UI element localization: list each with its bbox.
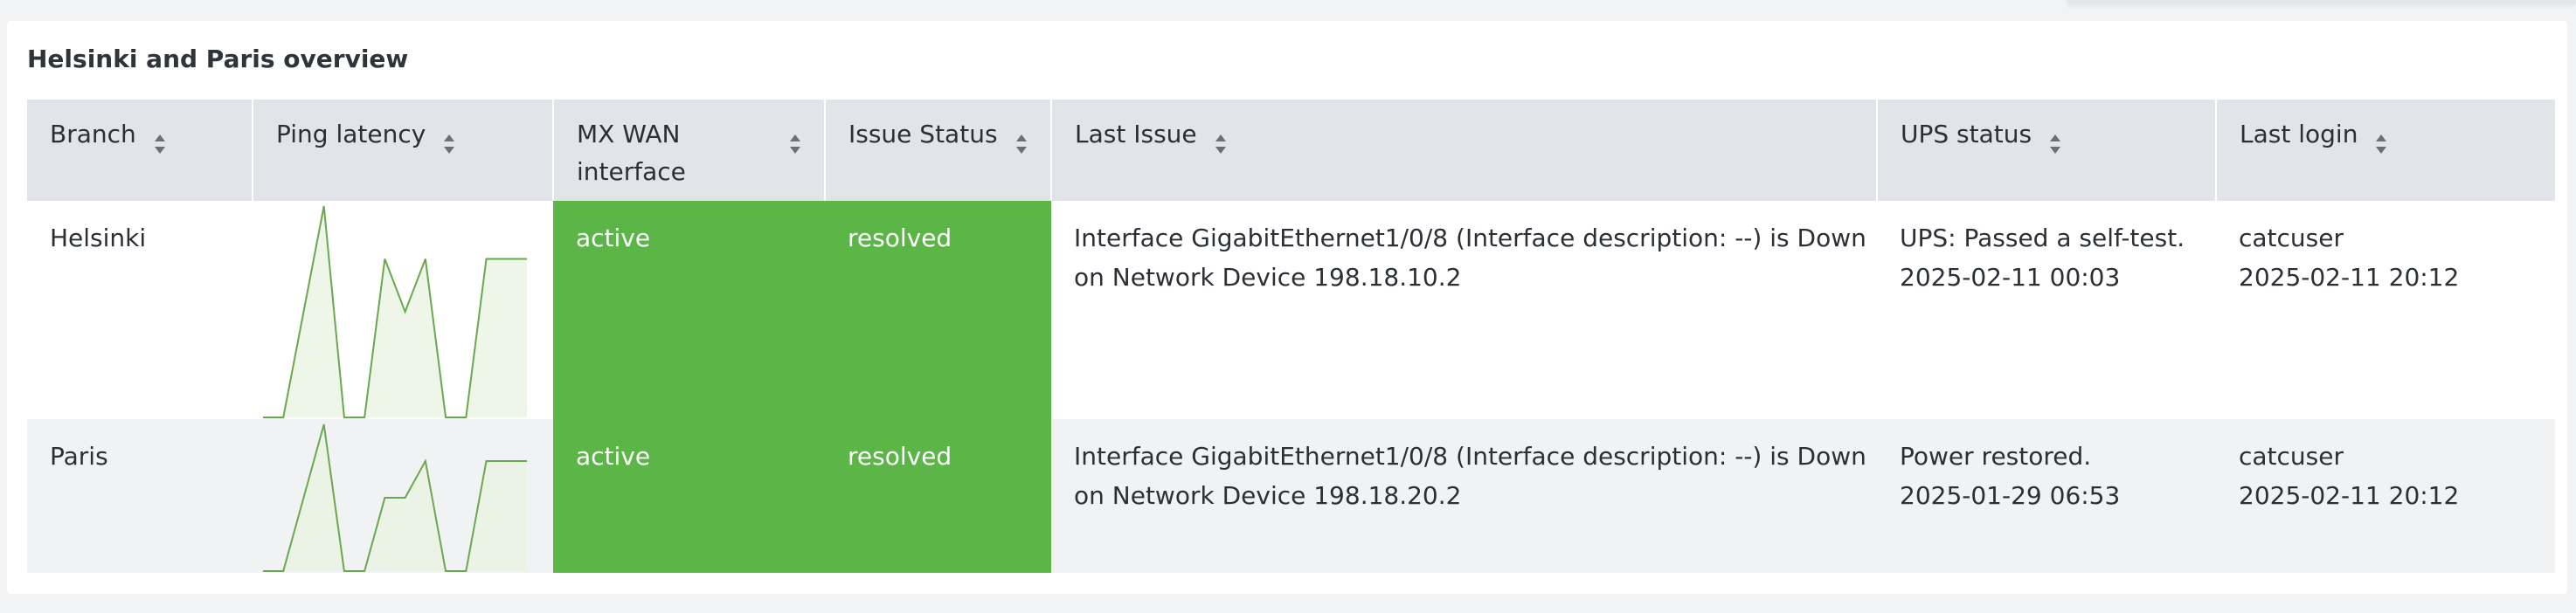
last-login-time: 2025-02-11 20:12	[2239, 481, 2460, 510]
sort-icon[interactable]	[443, 127, 455, 165]
last-issue-cell: Interface GigabitEthernet1/0/8 (Interfac…	[1051, 419, 1877, 573]
column-header-ups-status[interactable]: UPS status	[1877, 100, 2217, 201]
branch-table: Branch Ping latency MX WAN interface Iss…	[27, 100, 2555, 573]
dashboard-panel: Helsinki and Paris overview Branch Ping …	[7, 21, 2567, 594]
column-header-label: Branch	[50, 120, 136, 148]
column-header-label: MX WAN interface	[577, 120, 686, 186]
last-login-user: catcuser	[2239, 224, 2344, 252]
last-issue-text: Interface GigabitEthernet1/0/8 (Interfac…	[1074, 442, 1866, 471]
column-header-issue-status[interactable]: Issue Status	[825, 100, 1052, 201]
sparkline-area	[263, 206, 527, 417]
column-header-last-login[interactable]: Last login	[2216, 100, 2555, 201]
column-header-label: UPS status	[1901, 120, 2032, 148]
table-row[interactable]: Paris active resolved Interface GigabitE…	[27, 419, 2555, 573]
issue-status-cell: resolved	[825, 201, 1051, 419]
ups-status-text: UPS: Passed a self-test.	[1900, 224, 2185, 252]
column-header-ping-latency[interactable]: Ping latency	[253, 100, 554, 201]
column-header-label: Last Issue	[1075, 120, 1197, 148]
mx-wan-status-cell: active	[553, 419, 825, 573]
ups-status-time: 2025-02-11 00:03	[1900, 263, 2121, 292]
last-login-time: 2025-02-11 20:12	[2239, 263, 2460, 292]
column-header-label: Ping latency	[276, 120, 426, 148]
sort-icon[interactable]	[154, 127, 166, 165]
last-login-user: catcuser	[2239, 442, 2344, 471]
panel-title: Helsinki and Paris overview	[27, 45, 409, 73]
branch-cell: Paris	[27, 419, 253, 573]
ping-latency-sparkline	[263, 424, 527, 572]
sort-icon[interactable]	[2049, 127, 2061, 165]
table-header-row: Branch Ping latency MX WAN interface Iss…	[27, 100, 2555, 201]
ping-latency-cell	[253, 419, 553, 573]
ups-status-text: Power restored.	[1900, 442, 2092, 471]
ups-status-time: 2025-01-29 06:53	[1900, 481, 2121, 510]
last-issue-device: on Network Device 198.18.20.2	[1074, 481, 1462, 510]
column-header-label: Issue Status	[848, 120, 998, 148]
issue-status-cell: resolved	[825, 419, 1051, 573]
last-login-cell: catcuser 2025-02-11 20:12	[2216, 201, 2555, 419]
sort-icon[interactable]	[1215, 127, 1227, 165]
sort-icon[interactable]	[789, 127, 801, 165]
sort-icon[interactable]	[2375, 127, 2387, 165]
branch-cell: Helsinki	[27, 201, 253, 419]
sort-icon[interactable]	[1015, 127, 1028, 165]
mx-wan-status-cell: active	[553, 201, 825, 419]
top-overlay-edge	[2067, 0, 2576, 3]
ups-status-cell: Power restored. 2025-01-29 06:53	[1877, 419, 2216, 573]
last-issue-text: Interface GigabitEthernet1/0/8 (Interfac…	[1074, 224, 1866, 252]
last-login-cell: catcuser 2025-02-11 20:12	[2216, 419, 2555, 573]
ups-status-cell: UPS: Passed a self-test. 2025-02-11 00:0…	[1877, 201, 2216, 419]
last-issue-cell: Interface GigabitEthernet1/0/8 (Interfac…	[1051, 201, 1877, 419]
column-header-label: Last login	[2240, 120, 2358, 148]
last-issue-device: on Network Device 198.18.10.2	[1074, 263, 1462, 292]
column-header-branch[interactable]: Branch	[27, 100, 253, 201]
ping-latency-cell	[253, 201, 553, 419]
column-header-mx-wan-interface[interactable]: MX WAN interface	[553, 100, 826, 201]
ping-latency-sparkline	[263, 205, 527, 418]
column-header-last-issue[interactable]: Last Issue	[1051, 100, 1878, 201]
table-row[interactable]: Helsinki active resolved Interface Gigab…	[27, 201, 2555, 419]
